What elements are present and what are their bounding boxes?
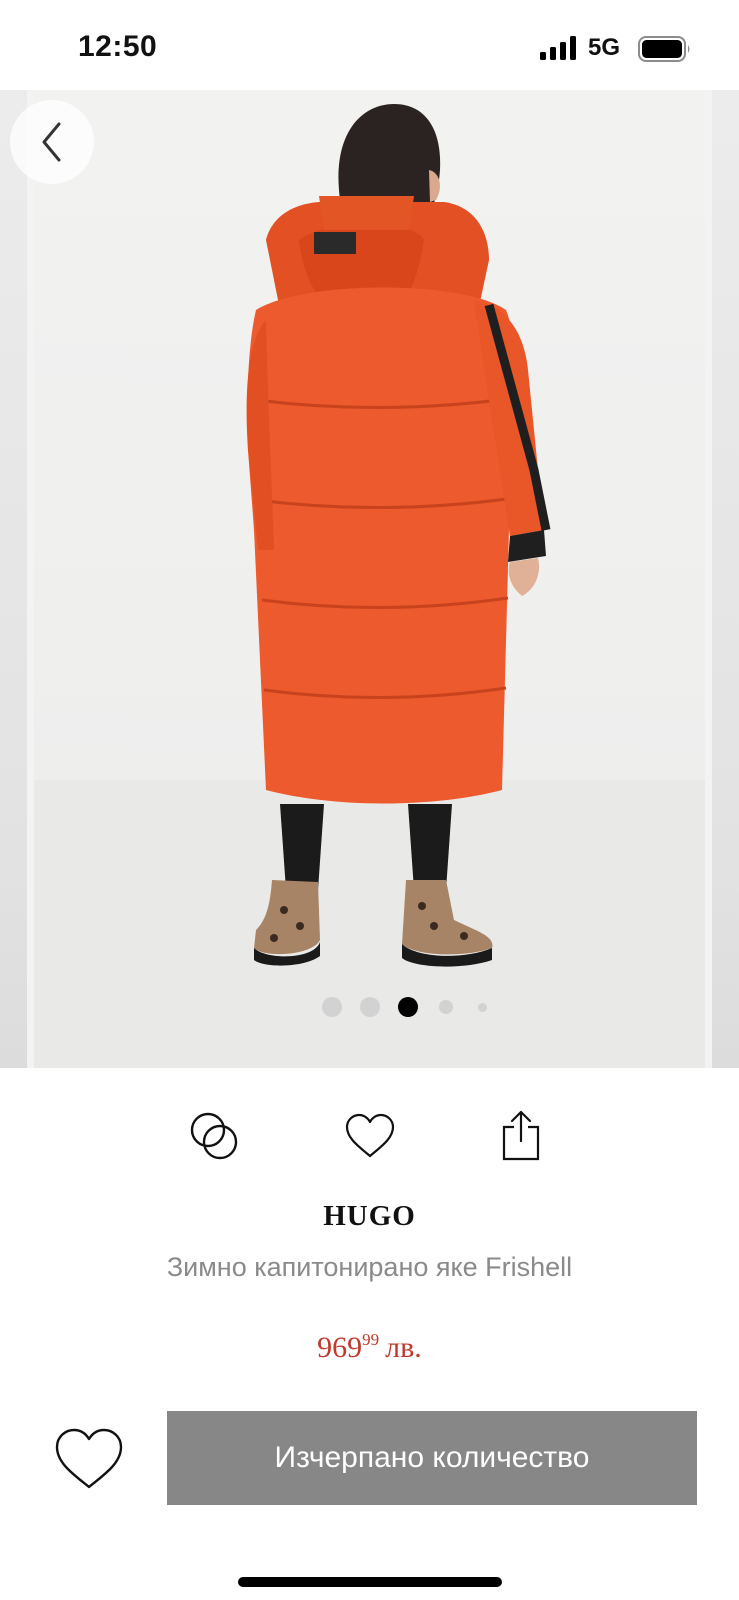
signal-icon (540, 36, 576, 60)
product-price: 96999 лв. (0, 1330, 739, 1365)
pagination-dot[interactable] (322, 997, 342, 1017)
pagination-dot[interactable] (439, 1000, 453, 1014)
product-image[interactable] (34, 90, 705, 1068)
image-gallery[interactable] (0, 90, 739, 1068)
share-icon (502, 1110, 540, 1161)
compare-button[interactable] (186, 1108, 242, 1164)
out-of-stock-button[interactable]: Изчерпано количество (167, 1411, 697, 1505)
brand-name[interactable]: HUGO (0, 1200, 739, 1233)
network-label: 5G (588, 34, 621, 61)
heart-outline-icon (55, 1428, 123, 1489)
previous-image-peek[interactable] (0, 90, 27, 1068)
chevron-left-icon (42, 122, 61, 162)
price-currency: лв. (385, 1331, 422, 1364)
product-photo (34, 104, 705, 1068)
back-button[interactable] (10, 100, 94, 184)
next-image-peek[interactable] (712, 90, 739, 1068)
share-button[interactable] (498, 1106, 544, 1164)
wishlist-button[interactable] (342, 1110, 398, 1162)
status-bar: 12:50 5G (0, 0, 739, 90)
status-time: 12:50 (78, 30, 158, 63)
gallery-pagination (0, 995, 739, 1019)
add-to-favorites-button[interactable] (50, 1420, 128, 1498)
pagination-dot-active[interactable] (398, 997, 418, 1017)
battery-icon (638, 36, 690, 62)
price-cents: 99 (362, 1330, 380, 1349)
product-title: Зимно капитонирано яке Frishell (166, 1252, 573, 1282)
price-main: 969 (317, 1331, 363, 1364)
heart-outline-icon (345, 1113, 395, 1158)
pagination-dot[interactable] (478, 1003, 487, 1012)
home-indicator[interactable] (238, 1577, 502, 1587)
pagination-dot[interactable] (360, 997, 380, 1017)
compare-icon (190, 1112, 238, 1160)
